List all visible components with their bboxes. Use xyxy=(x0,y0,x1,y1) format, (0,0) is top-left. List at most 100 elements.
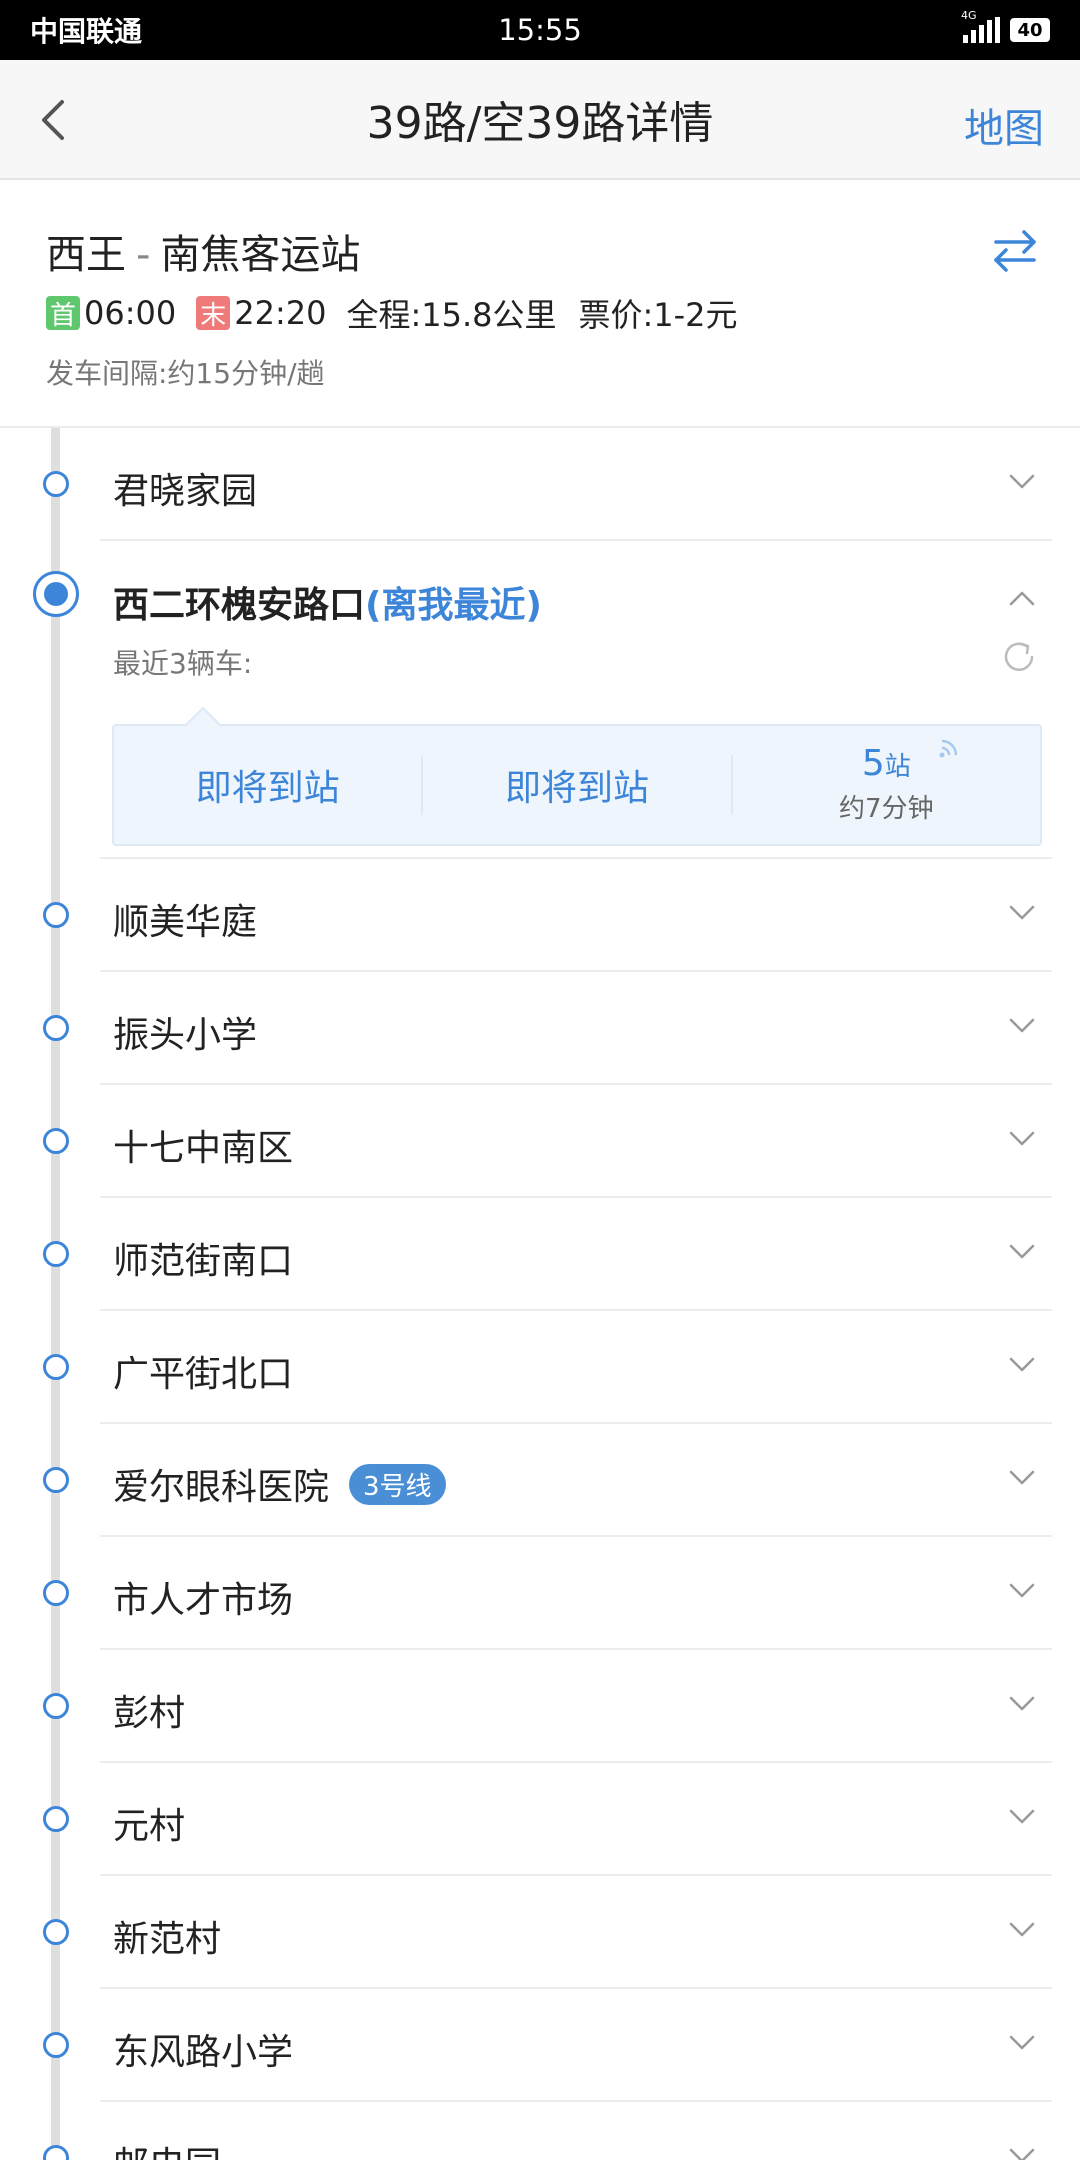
recent-buses-label: 最近3辆车: xyxy=(113,647,253,680)
route-times: 首 06:00 末 22:20 全程:15.8公里 票价:1-2元 xyxy=(46,290,760,336)
stop-dot-icon xyxy=(43,902,69,928)
stop-name: 东风路小学 xyxy=(113,2032,294,2073)
realtime-signal-icon xyxy=(939,739,958,758)
chevron-down-icon[interactable] xyxy=(1008,1581,1036,1601)
arrival-eta: 约7分钟 xyxy=(839,794,934,824)
stop-item[interactable]: 顺美华庭 xyxy=(0,859,1080,972)
stop-name: 元村 xyxy=(113,1806,186,1847)
carrier-label: 中国联通 xyxy=(30,15,143,48)
last-bus-time: 22:20 xyxy=(234,294,327,332)
stop-name: 彭村 xyxy=(113,1693,186,1734)
arrival-item: 即将到站 xyxy=(421,755,730,815)
last-bus-badge: 末 xyxy=(196,296,231,331)
route-distance: 全程:15.8公里 xyxy=(346,296,557,334)
chevron-down-icon[interactable] xyxy=(1008,1355,1036,1375)
chevron-down-icon[interactable] xyxy=(1008,1468,1036,1488)
chevron-down-icon[interactable] xyxy=(1008,1016,1036,1036)
stop-dot-icon xyxy=(43,2145,69,2160)
stop-name: 新范村 xyxy=(113,1919,222,1960)
stop-name: 西二环槐安路口 xyxy=(113,585,366,626)
stop-name: 爱尔眼科医院 xyxy=(113,1467,330,1508)
metro-line-badge: 3号线 xyxy=(349,1464,446,1505)
first-bus-time: 06:00 xyxy=(84,294,177,332)
route-endpoints: 西王 - 南焦客运站 xyxy=(46,222,360,280)
map-button[interactable]: 地图 xyxy=(964,96,1044,154)
stop-item[interactable]: 振头小学 xyxy=(0,972,1080,1085)
swap-icon xyxy=(994,230,1036,272)
stop-item[interactable]: 爱尔眼科医院 3号线 xyxy=(0,1424,1080,1537)
stop-item[interactable]: 市人才市场 xyxy=(0,1537,1080,1650)
stops-unit: 站 xyxy=(884,752,911,782)
arrival-item: 5站 约7分钟 xyxy=(730,739,1040,824)
stop-name: 广平街北口 xyxy=(113,1354,294,1395)
stop-dot-icon xyxy=(43,2032,69,2058)
chevron-down-icon[interactable] xyxy=(1008,1920,1036,1940)
refresh-icon[interactable] xyxy=(1000,638,1038,676)
arrivals-panel: 即将到站 即将到站 5站 约7分钟 xyxy=(112,706,1042,846)
route-fare: 票价:1-2元 xyxy=(578,296,738,334)
status-bar: 中国联通 15:55 4G 40 xyxy=(0,0,1080,60)
status-icons: 4G 40 xyxy=(961,9,1050,43)
departure-interval: 发车间隔:约15分钟/趟 xyxy=(46,357,325,390)
stop-dot-icon xyxy=(43,1128,69,1154)
nearest-stop-item[interactable]: 西二环槐安路口(离我最近) 最近3辆车: 即将到站 即将到站 5站 约7分钟 xyxy=(0,544,1080,859)
chevron-down-icon[interactable] xyxy=(1008,1694,1036,1714)
stop-dot-icon xyxy=(43,1919,69,1945)
arrival-item: 即将到站 xyxy=(114,755,421,815)
chevron-down-icon[interactable] xyxy=(1008,2033,1036,2053)
stop-dot-icon xyxy=(43,471,69,497)
stop-dot-icon xyxy=(43,1580,69,1606)
stop-dot-icon xyxy=(43,1241,69,1267)
stop-item[interactable]: 新范村 xyxy=(0,1876,1080,1989)
divider xyxy=(100,539,1052,541)
stop-name: 师范街南口 xyxy=(113,1241,294,1282)
network-type: 4G xyxy=(961,9,977,22)
route-separator: - xyxy=(136,232,151,278)
chevron-up-icon[interactable] xyxy=(1008,588,1036,608)
stop-dot-icon xyxy=(43,1806,69,1832)
stop-item[interactable]: 十七中南区 xyxy=(0,1085,1080,1198)
stop-name-row: 爱尔眼科医院 3号线 xyxy=(113,1458,446,1510)
stop-name: 邮电园 xyxy=(113,2136,221,2160)
stop-item[interactable]: 元村 xyxy=(0,1763,1080,1876)
stop-name: 市人才市场 xyxy=(113,1580,294,1621)
chevron-down-icon[interactable] xyxy=(1008,903,1036,923)
route-origin: 西王 xyxy=(46,232,126,278)
signal-icon: 4G xyxy=(961,9,1000,43)
arrival-stops-away: 5站 xyxy=(862,745,911,786)
stop-name: 振头小学 xyxy=(113,1015,258,1056)
chevron-down-icon[interactable] xyxy=(1008,1129,1036,1149)
chevron-down-icon[interactable] xyxy=(1008,472,1036,492)
stop-list: 君晓家园 西二环槐安路口(离我最近) 最近3辆车: 即将到站 即将到站 5站 约… xyxy=(0,428,1080,2160)
nav-bar: 39路/空39路详情 地图 xyxy=(0,60,1080,180)
battery-icon: 40 xyxy=(1010,18,1050,42)
stop-dot-icon xyxy=(43,1693,69,1719)
stop-item[interactable]: 东风路小学 xyxy=(0,1989,1080,2102)
nearest-tag: (离我最近) xyxy=(365,585,542,626)
panel-pointer xyxy=(184,706,222,744)
chevron-left-icon xyxy=(42,100,64,140)
stop-dot-icon xyxy=(43,1354,69,1380)
chevron-down-icon[interactable] xyxy=(1008,2146,1036,2160)
back-button[interactable] xyxy=(22,90,82,150)
battery-level: 40 xyxy=(1017,19,1043,41)
stops-count: 5 xyxy=(861,743,885,784)
swap-direction-button[interactable] xyxy=(990,226,1040,276)
route-destination: 南焦客运站 xyxy=(160,232,361,278)
route-info: 西王 - 南焦客运站 首 06:00 末 22:20 全程:15.8公里 票价:1-… xyxy=(0,182,1080,428)
nearest-stop-name: 西二环槐安路口(离我最近) xyxy=(113,576,542,628)
first-bus-badge: 首 xyxy=(46,296,80,331)
stop-name: 顺美华庭 xyxy=(113,902,258,943)
chevron-down-icon[interactable] xyxy=(1008,1807,1036,1827)
stop-item[interactable]: 君晓家园 xyxy=(0,428,1080,541)
current-stop-icon xyxy=(33,571,79,617)
stop-item[interactable]: 师范街南口 xyxy=(0,1198,1080,1311)
stop-dot-icon xyxy=(43,1467,69,1493)
page-title: 39路/空39路详情 xyxy=(366,98,714,149)
stop-name: 十七中南区 xyxy=(113,1128,294,1169)
stop-item[interactable]: 彭村 xyxy=(0,1650,1080,1763)
stop-item[interactable]: 广平街北口 xyxy=(0,1311,1080,1424)
stop-name: 君晓家园 xyxy=(113,471,258,512)
stop-item[interactable]: 邮电园 xyxy=(0,2102,1080,2160)
chevron-down-icon[interactable] xyxy=(1008,1242,1036,1262)
